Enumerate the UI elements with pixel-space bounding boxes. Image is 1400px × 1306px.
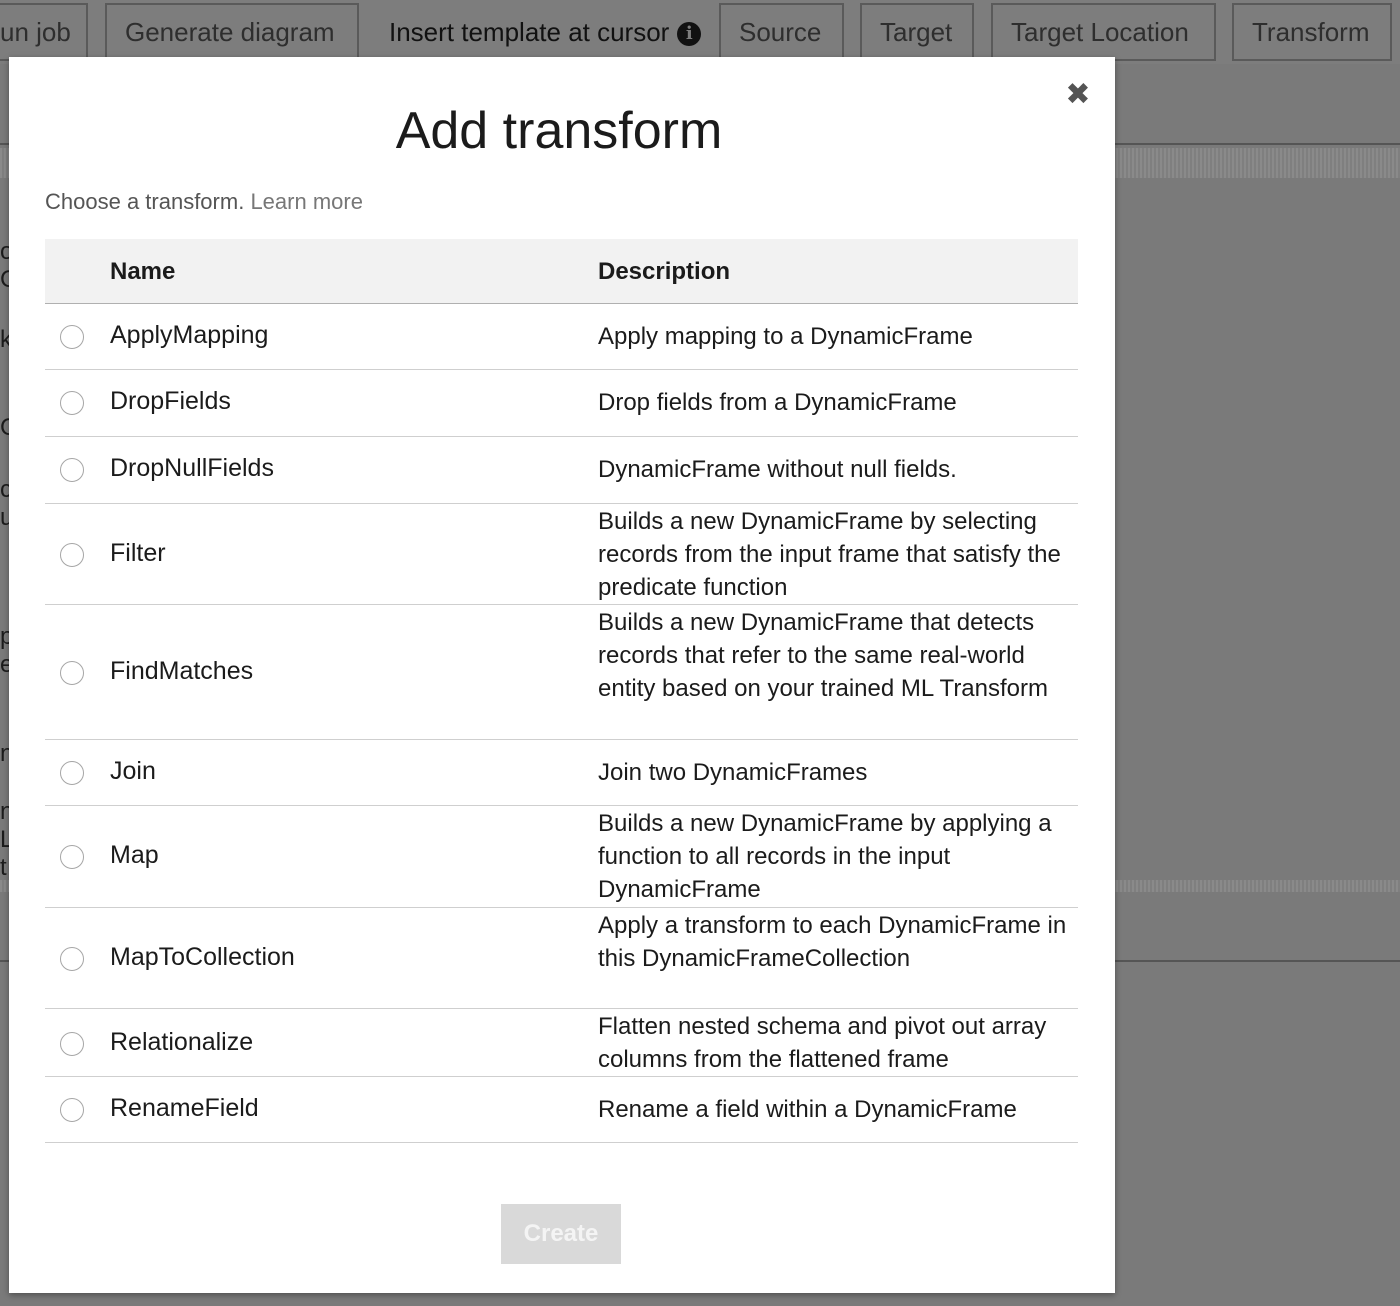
transform-name: MapToCollection bbox=[110, 943, 295, 971]
transform-description: Join two DynamicFrames bbox=[598, 759, 868, 786]
background-toolbar: un job Generate diagram Insert template … bbox=[0, 0, 1400, 64]
target-location-button[interactable]: Target Location bbox=[991, 3, 1216, 61]
edge-char: c bbox=[0, 478, 9, 502]
transform-description: Apply a transform to each DynamicFrame i… bbox=[598, 912, 1067, 972]
subtitle-text: Choose a transform. bbox=[45, 189, 245, 214]
table-row[interactable]: FindMatches Builds a new DynamicFrame th… bbox=[45, 605, 1078, 740]
table-header: Name Description bbox=[45, 239, 1078, 304]
transform-table: Name Description ApplyMapping Apply mapp… bbox=[45, 239, 1078, 1143]
transform-description: Rename a field within a DynamicFrame bbox=[598, 1096, 1017, 1123]
transform-description: Builds a new DynamicFrame that detects r… bbox=[598, 609, 1048, 702]
generate-diagram-button[interactable]: Generate diagram bbox=[105, 3, 359, 61]
source-button[interactable]: Source bbox=[719, 3, 844, 61]
column-header-description: Description bbox=[598, 258, 731, 285]
edge-char: e bbox=[0, 653, 9, 677]
edge-char: u bbox=[0, 506, 9, 530]
modal-subtitle: Choose a transform. Learn more bbox=[45, 187, 363, 217]
radio-dropfields[interactable] bbox=[60, 391, 84, 415]
edge-char: n bbox=[0, 742, 9, 766]
transform-description: Apply mapping to a DynamicFrame bbox=[598, 323, 973, 350]
edge-char: k bbox=[0, 328, 9, 352]
transform-name: DropFields bbox=[110, 387, 231, 415]
transform-description: Builds a new DynamicFrame by applying a … bbox=[598, 810, 1052, 903]
edge-char: n bbox=[0, 800, 9, 824]
create-button[interactable]: Create bbox=[501, 1204, 621, 1264]
run-job-button[interactable]: un job bbox=[0, 3, 88, 61]
radio-dropnullfields[interactable] bbox=[60, 458, 84, 482]
transform-name: DropNullFields bbox=[110, 454, 274, 482]
target-button[interactable]: Target bbox=[860, 3, 974, 61]
modal-title: Add transform bbox=[395, 102, 723, 160]
radio-relationalize[interactable] bbox=[60, 1032, 84, 1056]
edge-char: C bbox=[0, 416, 9, 440]
radio-maptocollection[interactable] bbox=[60, 947, 84, 971]
table-row[interactable]: DropFields Drop fields from a DynamicFra… bbox=[45, 370, 1078, 437]
transform-description: DynamicFrame without null fields. bbox=[598, 456, 957, 483]
radio-applymapping[interactable] bbox=[60, 325, 84, 349]
column-header-name: Name bbox=[110, 258, 176, 285]
table-row[interactable]: Filter Builds a new DynamicFrame by sele… bbox=[45, 504, 1078, 605]
table-row[interactable]: DropNullFields DynamicFrame without null… bbox=[45, 437, 1078, 504]
edge-char: p bbox=[0, 625, 9, 649]
transform-name: RenameField bbox=[110, 1094, 259, 1122]
edge-char: o bbox=[0, 240, 9, 264]
transform-name: ApplyMapping bbox=[110, 321, 269, 349]
transform-button[interactable]: Transform bbox=[1232, 3, 1392, 61]
add-transform-modal: ✖ Add transform Choose a transform. Lear… bbox=[9, 57, 1115, 1293]
transform-description: Builds a new DynamicFrame by selecting r… bbox=[598, 508, 1061, 601]
table-row[interactable]: MapToCollection Apply a transform to eac… bbox=[45, 908, 1078, 1009]
radio-renamefield[interactable] bbox=[60, 1098, 84, 1122]
insert-template-label[interactable]: Insert template at cursor i bbox=[389, 3, 702, 61]
transform-name: FindMatches bbox=[110, 657, 254, 685]
learn-more-link[interactable]: Learn more bbox=[250, 189, 363, 214]
table-row[interactable]: RenameField Rename a field within a Dyna… bbox=[45, 1077, 1078, 1143]
table-row[interactable]: ApplyMapping Apply mapping to a DynamicF… bbox=[45, 304, 1078, 370]
table-row[interactable]: Relationalize Flatten nested schema and … bbox=[45, 1009, 1078, 1077]
transform-name: Join bbox=[110, 757, 156, 785]
edge-char: L bbox=[0, 828, 9, 852]
radio-findmatches[interactable] bbox=[60, 661, 84, 685]
transform-description: Drop fields from a DynamicFrame bbox=[598, 389, 957, 416]
info-icon[interactable]: i bbox=[677, 22, 702, 46]
radio-map[interactable] bbox=[60, 845, 84, 869]
transform-name: Filter bbox=[110, 539, 166, 567]
edge-char: C bbox=[0, 268, 9, 292]
transform-name: Map bbox=[110, 841, 159, 869]
table-row[interactable]: Map Builds a new DynamicFrame by applyin… bbox=[45, 806, 1078, 908]
table-row[interactable]: Join Join two DynamicFrames bbox=[45, 740, 1078, 806]
insert-template-text: Insert template at cursor bbox=[389, 17, 670, 47]
radio-join[interactable] bbox=[60, 761, 84, 785]
transform-name: Relationalize bbox=[110, 1028, 254, 1056]
edge-char: t bbox=[0, 856, 7, 880]
transform-description: Flatten nested schema and pivot out arra… bbox=[598, 1013, 1047, 1073]
radio-filter[interactable] bbox=[60, 543, 84, 567]
